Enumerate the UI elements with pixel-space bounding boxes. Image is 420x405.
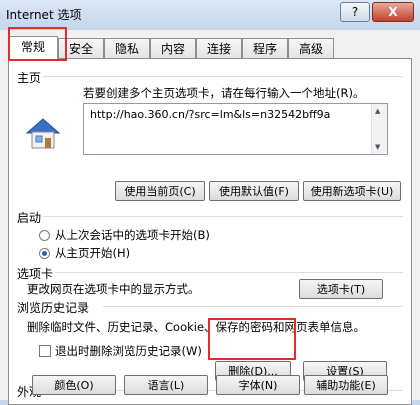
- internet-options-dialog: 常规 安全 隐私 内容 连接 程序 高级 主页 若要创建多个主页选项卡，请在每行…: [0, 27, 420, 405]
- home-legend: 主页: [17, 71, 42, 85]
- highlight-general-tab: [8, 27, 67, 61]
- startup-last-session-radio[interactable]: [39, 230, 50, 241]
- tab-programs[interactable]: 程序: [242, 38, 288, 59]
- tabs-legend: 选项卡: [17, 267, 54, 281]
- startup-home-radio[interactable]: [39, 248, 50, 259]
- home-url: http://hao.360.cn/?src=lm&ls=n32542bff9a: [90, 108, 331, 121]
- home-url-textarea[interactable]: http://hao.360.cn/?src=lm&ls=n32542bff9a…: [83, 103, 388, 155]
- tabs-description: 更改网页在选项卡中的显示方式。: [27, 282, 200, 296]
- help-button[interactable]: ?: [340, 2, 370, 22]
- startup-legend: 启动: [17, 211, 42, 225]
- home-description: 若要创建多个主页选项卡，请在每行输入一个地址(R)。: [83, 86, 365, 100]
- startup-home-label: 从主页开始(H): [55, 246, 131, 260]
- use-current-button[interactable]: 使用当前页(C): [115, 181, 205, 201]
- tab-content[interactable]: 内容: [150, 38, 196, 59]
- divider: [103, 306, 403, 307]
- divider: [43, 216, 403, 217]
- close-button[interactable]: X: [372, 2, 414, 22]
- use-default-button[interactable]: 使用默认值(F): [209, 181, 299, 201]
- accessibility-button[interactable]: 辅助功能(E): [304, 375, 388, 395]
- divider: [43, 76, 403, 77]
- languages-button[interactable]: 语言(L): [124, 375, 208, 395]
- delete-on-exit-label: 退出时删除浏览历史记录(W): [55, 344, 202, 358]
- scroll-up-icon[interactable]: ▲: [375, 107, 380, 115]
- textarea-scrollbar[interactable]: ▲ ▼: [371, 104, 387, 154]
- title-bar: Internet 选项 ? X: [0, 0, 420, 30]
- use-new-tab-button[interactable]: 使用新选项卡(U): [303, 181, 401, 201]
- tab-advanced[interactable]: 高级: [288, 38, 334, 59]
- window-title: Internet 选项: [6, 8, 82, 22]
- highlight-delete-button: [208, 318, 296, 360]
- colors-button[interactable]: 颜色(O): [32, 375, 116, 395]
- startup-last-session-label: 从上次会话中的选项卡开始(B): [55, 228, 210, 242]
- history-legend: 浏览历史记录: [17, 301, 90, 315]
- tab-privacy[interactable]: 隐私: [104, 38, 150, 59]
- delete-on-exit-checkbox[interactable]: [39, 345, 51, 357]
- scroll-down-icon[interactable]: ▼: [375, 143, 380, 151]
- history-description: 删除临时文件、历史记录、Cookie、保存的密码和网页表单信息。: [27, 320, 366, 334]
- divider: [55, 272, 403, 273]
- tabs-settings-button[interactable]: 选项卡(T): [299, 279, 383, 299]
- house-icon: [25, 118, 61, 149]
- fonts-button[interactable]: 字体(N): [216, 375, 300, 395]
- tab-connections[interactable]: 连接: [196, 38, 242, 59]
